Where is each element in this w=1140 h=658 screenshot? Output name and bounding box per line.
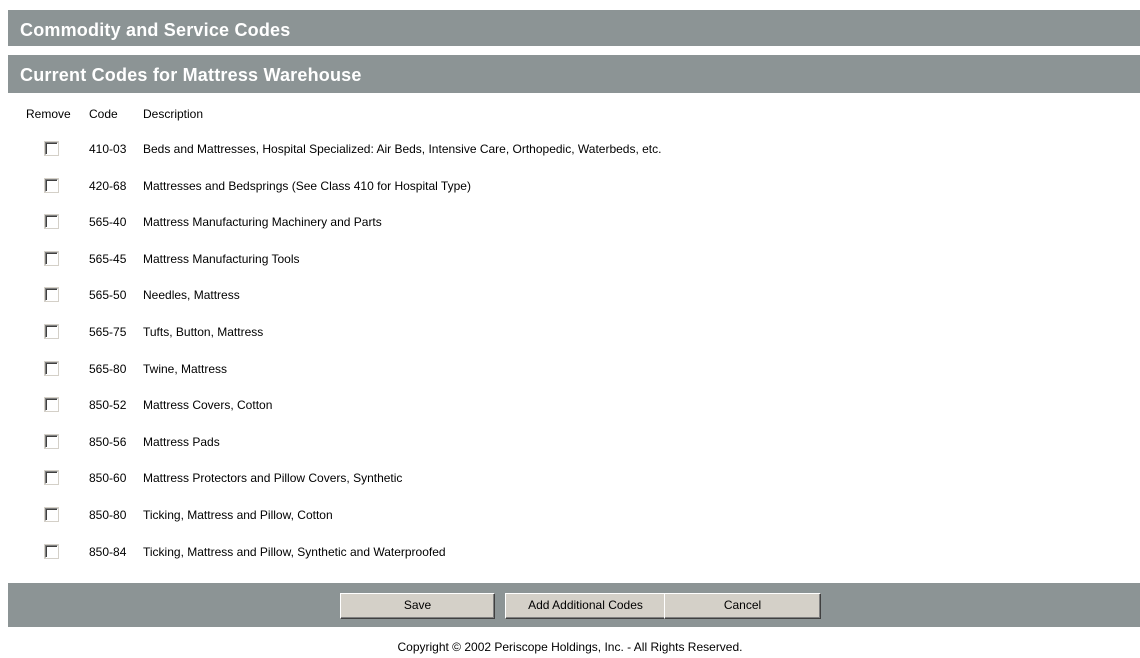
- code-cell: 565-80: [89, 362, 127, 376]
- description-cell: Mattresses and Bedsprings (See Class 410…: [143, 179, 471, 193]
- table-row: 850-56 Mattress Pads: [0, 434, 1140, 454]
- page: Commodity and Service Codes Current Code…: [0, 0, 1140, 658]
- description-cell: Mattress Manufacturing Machinery and Par…: [143, 215, 382, 229]
- description-cell: Mattress Pads: [143, 435, 220, 449]
- remove-checkbox[interactable]: [44, 434, 59, 449]
- remove-checkbox[interactable]: [44, 251, 59, 266]
- remove-checkbox[interactable]: [44, 397, 59, 412]
- table-row: 565-80 Twine, Mattress: [0, 361, 1140, 381]
- description-cell: Ticking, Mattress and Pillow, Cotton: [143, 508, 333, 522]
- description-cell: Twine, Mattress: [143, 362, 228, 376]
- description-cell: Needles, Mattress: [143, 288, 240, 302]
- table-row: 565-50 Needles, Mattress: [0, 287, 1140, 307]
- copyright-notice: Copyright © 2002 Periscope Holdings, Inc…: [397, 640, 743, 654]
- page-title: Commodity and Service Codes: [8, 10, 1140, 46]
- save-button[interactable]: Save: [340, 593, 495, 619]
- column-header-code: Code: [89, 107, 118, 121]
- table-row: 850-80 Ticking, Mattress and Pillow, Cott…: [0, 507, 1140, 527]
- remove-checkbox[interactable]: [44, 544, 59, 559]
- remove-checkbox[interactable]: [44, 361, 59, 376]
- column-header-description: Description: [143, 107, 204, 121]
- remove-checkbox[interactable]: [44, 324, 59, 339]
- remove-checkbox[interactable]: [44, 287, 59, 302]
- description-cell: Mattress Protectors and Pillow Covers, S…: [143, 471, 403, 485]
- remove-checkbox[interactable]: [44, 214, 59, 229]
- code-cell: 565-40: [89, 215, 127, 229]
- code-cell: 850-84: [89, 545, 127, 559]
- table-row: 565-75 Tufts, Button, Mattress: [0, 324, 1140, 344]
- table-row: 420-68 Mattresses and Bedsprings (See Cla…: [0, 178, 1140, 198]
- code-cell: 850-56: [89, 435, 127, 449]
- remove-checkbox[interactable]: [44, 507, 59, 522]
- table-row: 565-40 Mattress Manufacturing Machinery a…: [0, 214, 1140, 234]
- description-cell: Tufts, Button, Mattress: [143, 325, 264, 339]
- code-cell: 565-45: [89, 252, 127, 266]
- table-row: 565-45 Mattress Manufacturing Tools: [0, 251, 1140, 271]
- action-bar: Save Add Additional Codes Cancel: [8, 583, 1140, 627]
- description-cell: Mattress Covers, Cotton: [143, 398, 273, 412]
- code-cell: 850-80: [89, 508, 127, 522]
- column-header-remove: Remove: [26, 107, 71, 121]
- code-cell: 850-52: [89, 398, 127, 412]
- code-cell: 565-50: [89, 288, 127, 302]
- description-cell: Mattress Manufacturing Tools: [143, 252, 300, 266]
- remove-checkbox[interactable]: [44, 141, 59, 156]
- code-cell: 565-75: [89, 325, 127, 339]
- remove-checkbox[interactable]: [44, 470, 59, 485]
- code-cell: 410-03: [89, 142, 127, 156]
- cancel-button[interactable]: Cancel: [664, 593, 821, 619]
- description-cell: Beds and Mattresses, Hospital Specialize…: [143, 142, 662, 156]
- code-cell: 850-60: [89, 471, 127, 485]
- add-additional-codes-button[interactable]: Add Additional Codes: [505, 593, 666, 619]
- table-row: 850-52 Mattress Covers, Cotton: [0, 397, 1140, 417]
- description-cell: Ticking, Mattress and Pillow, Synthetic …: [143, 545, 446, 559]
- table-row: 850-60 Mattress Protectors and Pillow Cov…: [0, 470, 1140, 490]
- code-cell: 420-68: [89, 179, 127, 193]
- section-title: Current Codes for Mattress Warehouse: [8, 55, 1140, 93]
- remove-checkbox[interactable]: [44, 178, 59, 193]
- table-row: 410-03 Beds and Mattresses, Hospital Spec…: [0, 141, 1140, 161]
- table-row: 850-84 Ticking, Mattress and Pillow, Synt…: [0, 544, 1140, 564]
